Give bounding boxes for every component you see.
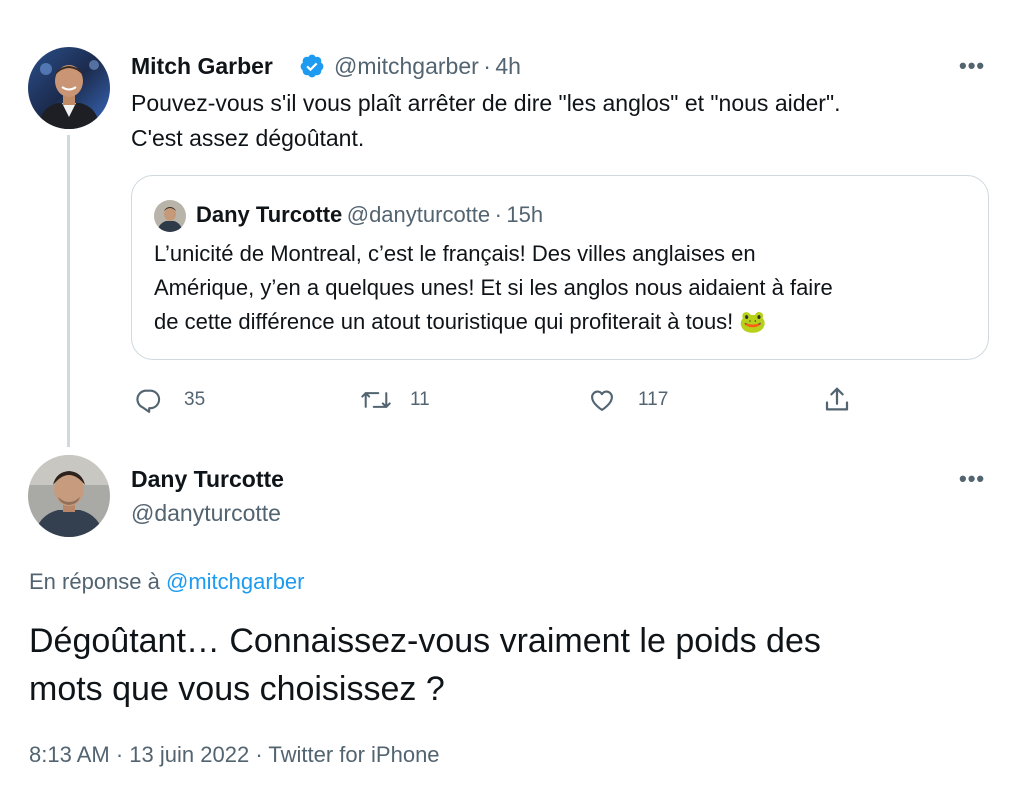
main-tweet-text-line: Dégoûtant… Connaissez-vous vraiment le p…	[29, 622, 821, 660]
avatar-dany-turcotte-small	[154, 200, 186, 232]
tweet-text-line: C'est assez dégoûtant.	[131, 125, 365, 151]
quoted-author-handle: @danyturcotte	[346, 202, 491, 227]
reply-icon	[136, 389, 161, 413]
tweet-source[interactable]: Twitter for iPhone	[268, 742, 439, 767]
main-tweet-text: Dégoûtant… Connaissez-vous vraiment le p…	[29, 617, 999, 713]
quoted-tweet-time: 15h	[506, 202, 544, 227]
quoted-author-name: Dany Turcotte	[196, 202, 343, 227]
verified-badge-icon	[299, 53, 325, 79]
thread-connector-line	[67, 135, 70, 447]
meta-separator: ·	[494, 202, 502, 227]
retweet-button[interactable]: 11	[360, 382, 430, 418]
quoted-text-line: L’unicité de Montreal, c’est le français…	[154, 241, 756, 266]
meta-separator: ·	[255, 742, 263, 767]
tweet-timestamp-row: 8:13 AM · 13 juin 2022 · Twitter for iPh…	[29, 742, 440, 768]
reply-context: En réponse à @mitchgarber	[29, 569, 305, 595]
author-name[interactable]: Dany Turcotte	[131, 466, 284, 493]
tweet-time[interactable]: 4h	[495, 53, 521, 79]
retweet-count: 11	[410, 389, 430, 410]
reply-to-label: En réponse à	[29, 569, 160, 594]
quoted-text-line: Amérique, y’en a quelques unes! Et si le…	[154, 275, 833, 300]
like-count: 117	[638, 389, 669, 410]
quoted-tweet-text: L’unicité de Montreal, c’est le français…	[154, 237, 974, 340]
like-button[interactable]: 117	[588, 382, 668, 418]
avatar-mitch-garber[interactable]	[28, 47, 110, 129]
main-tweet-text-line: mots que vous choisissez ?	[29, 670, 445, 708]
quoted-text-line: de cette différence un atout touristique…	[154, 309, 767, 335]
meta-separator: ·	[115, 742, 124, 767]
reply-count: 35	[184, 389, 206, 410]
meta-separator: ·	[483, 53, 491, 79]
retweet-icon	[361, 392, 391, 408]
share-button[interactable]	[822, 382, 852, 418]
frog-icon: 🐸	[739, 310, 767, 335]
tweet-text-line: Pouvez-vous s'il vous plaît arrêter de d…	[131, 90, 841, 116]
reply-button[interactable]: 35	[134, 382, 205, 418]
share-icon	[825, 387, 849, 411]
author-handle[interactable]: @danyturcotte	[131, 500, 281, 527]
heart-icon	[591, 390, 613, 411]
quoted-tweet-header: Dany Turcotte @danyturcotte · 15h	[196, 202, 543, 228]
avatar-dany-turcotte[interactable]	[28, 455, 110, 537]
author-name[interactable]: Mitch Garber	[131, 53, 273, 80]
tweet-text: Pouvez-vous s'il vous plaît arrêter de d…	[131, 86, 991, 156]
author-handle[interactable]: @mitchgarber	[334, 53, 479, 79]
more-options-icon[interactable]: •••	[959, 466, 985, 492]
tweet-time[interactable]: 8:13 AM	[29, 742, 110, 767]
more-options-icon[interactable]: •••	[959, 53, 985, 79]
quoted-tweet-card[interactable]: Dany Turcotte @danyturcotte · 15h L’unic…	[131, 175, 989, 360]
reply-mention-link[interactable]: @mitchgarber	[166, 569, 305, 594]
tweet-meta: @mitchgarber · 4h	[334, 53, 521, 80]
tweet-date[interactable]: 13 juin 2022	[129, 742, 249, 767]
